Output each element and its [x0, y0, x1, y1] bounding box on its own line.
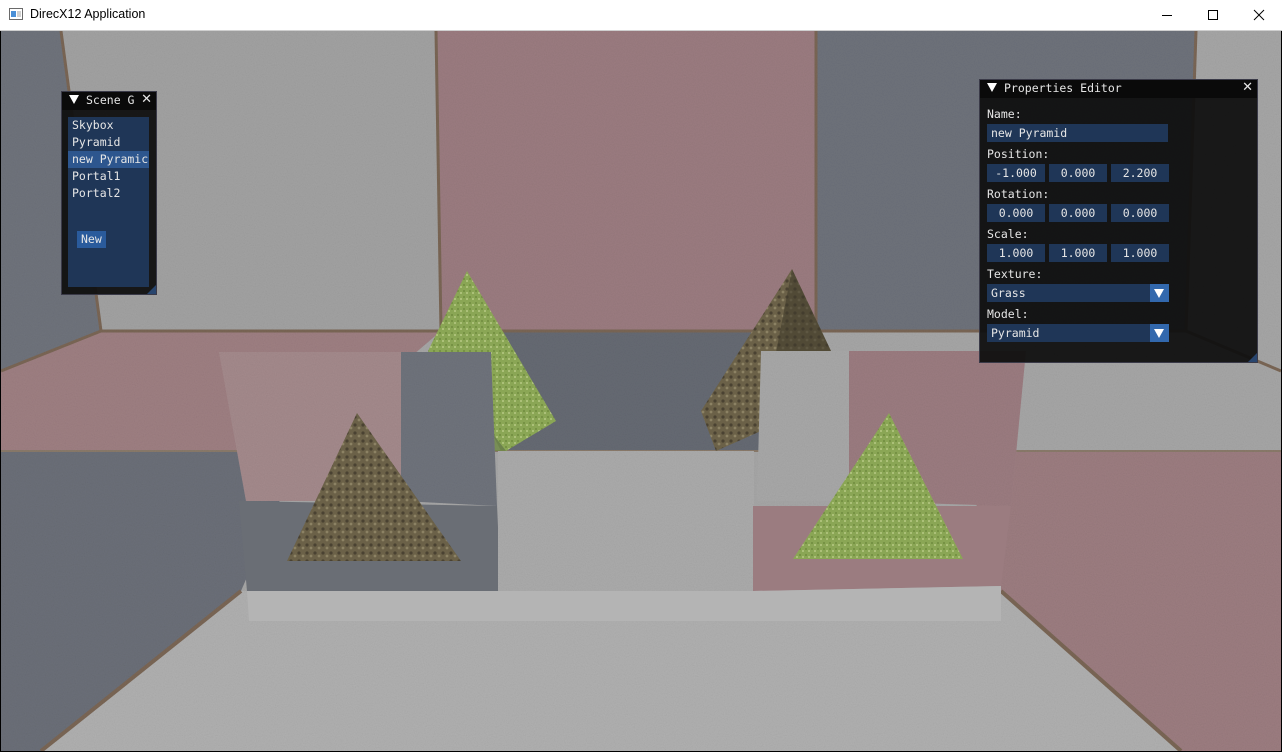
- rotation-label: Rotation:: [987, 187, 1050, 201]
- window-title: DirecX12 Application: [30, 7, 146, 21]
- close-window-button[interactable]: [1236, 0, 1282, 30]
- list-item[interactable]: Portal1: [68, 168, 149, 185]
- scale-label: Scale:: [987, 227, 1029, 241]
- render-viewport[interactable]: Scene G ✕ Skybox Pyramid new Pyramic Por…: [1, 31, 1281, 751]
- scale-z-input[interactable]: 1.000: [1111, 244, 1169, 262]
- portal1: [219, 352, 501, 621]
- window-titlebar: DirecX12 Application: [0, 0, 1282, 31]
- list-item[interactable]: Pyramid: [68, 134, 149, 151]
- dropdown-arrow-icon[interactable]: [1150, 284, 1169, 302]
- name-input[interactable]: new Pyramid: [987, 124, 1168, 142]
- close-icon: [1253, 9, 1265, 21]
- list-item-selected[interactable]: new Pyramic: [68, 151, 149, 168]
- properties-titlebar[interactable]: Properties Editor ✕: [980, 80, 1257, 98]
- texture-label: Texture:: [987, 267, 1043, 281]
- portal2: [753, 351, 1026, 621]
- dropdown-arrow-icon[interactable]: [1150, 324, 1169, 342]
- position-x-input[interactable]: -1.000: [987, 164, 1045, 182]
- collapse-icon[interactable]: [69, 95, 79, 104]
- scale-x-input[interactable]: 1.000: [987, 244, 1045, 262]
- maximize-icon: [1208, 10, 1218, 20]
- list-item[interactable]: Skybox: [68, 117, 149, 134]
- close-icon[interactable]: ✕: [141, 92, 152, 107]
- resize-grip[interactable]: [147, 285, 156, 294]
- center-block: [498, 451, 754, 591]
- scene-object-list[interactable]: Skybox Pyramid new Pyramic Portal1 Porta…: [68, 117, 149, 287]
- texture-selected-value: Grass: [991, 286, 1026, 300]
- maximize-button[interactable]: [1190, 0, 1236, 30]
- close-icon[interactable]: ✕: [1242, 80, 1253, 95]
- list-item[interactable]: Portal2: [68, 185, 149, 202]
- name-label: Name:: [987, 107, 1022, 121]
- wall-panel: [436, 31, 816, 331]
- rotation-x-input[interactable]: 0.000: [987, 204, 1045, 222]
- rotation-z-input[interactable]: 0.000: [1111, 204, 1169, 222]
- minimize-button[interactable]: [1144, 0, 1190, 30]
- resize-grip[interactable]: [1248, 353, 1257, 362]
- scene-graph-title: Scene G: [86, 93, 135, 107]
- position-y-input[interactable]: 0.000: [1049, 164, 1107, 182]
- collapse-icon[interactable]: [987, 83, 997, 92]
- properties-title: Properties Editor: [1004, 81, 1122, 95]
- scale-y-input[interactable]: 1.000: [1049, 244, 1107, 262]
- rotation-y-input[interactable]: 0.000: [1049, 204, 1107, 222]
- properties-editor-window[interactable]: Properties Editor ✕ Name: new Pyramid Po…: [979, 79, 1258, 363]
- scene-graph-window[interactable]: Scene G ✕ Skybox Pyramid new Pyramic Por…: [61, 91, 157, 295]
- position-z-input[interactable]: 2.200: [1111, 164, 1169, 182]
- model-label: Model:: [987, 307, 1029, 321]
- minimize-icon: [1162, 15, 1172, 16]
- texture-dropdown[interactable]: Grass: [987, 284, 1169, 302]
- new-object-button[interactable]: New: [77, 231, 106, 248]
- model-dropdown[interactable]: Pyramid: [987, 324, 1169, 342]
- position-label: Position:: [987, 147, 1050, 161]
- scene-graph-titlebar[interactable]: Scene G ✕: [62, 92, 156, 110]
- model-selected-value: Pyramid: [991, 326, 1040, 340]
- app-icon: [9, 8, 23, 20]
